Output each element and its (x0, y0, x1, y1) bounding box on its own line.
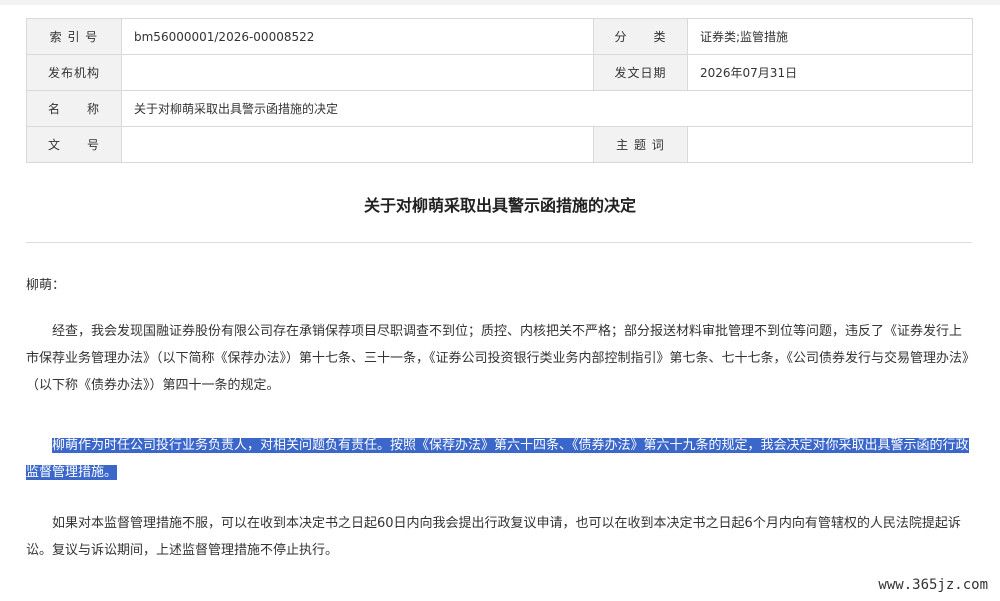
document-title: 关于对柳萌采取出具警示函措施的决定 (363, 196, 636, 215)
index-label: 索 引 号 (26, 18, 122, 55)
category-label: 分 类 (593, 18, 688, 55)
keywords-value (687, 126, 973, 163)
name-value: 关于对柳萌采取出具警示函措施的决定 (121, 90, 973, 127)
publisher-value (121, 54, 594, 91)
selected-text-highlight[interactable]: 柳萌作为时任公司投行业务负责人，对相关问题负有责任。按照《保荐办法》第六十四条、… (26, 438, 969, 480)
title-divider (26, 242, 972, 243)
category-value: 证券类;监管措施 (687, 18, 973, 55)
top-strip (0, 0, 1000, 5)
keywords-label: 主 题 词 (593, 126, 688, 163)
paragraph-findings: 经查，我会发现国融证券股份有限公司存在承销保荐项目尽职调查不到位；质控、内核把关… (26, 324, 969, 393)
publisher-label: 发布机构 (26, 54, 122, 91)
index-value: bm56000001/2026-00008522 (121, 18, 594, 55)
paragraph-decision: 柳萌作为时任公司投行业务负责人，对相关问题负有责任。按照《保荐办法》第六十四条、… (26, 432, 972, 486)
paragraph-appeal: 如果对本监督管理措施不服，可以在收到本决定书之日起60日内向我会提出行政复议申请… (26, 516, 961, 558)
salutation: 柳萌： (26, 278, 66, 293)
issue-date-label: 发文日期 (593, 54, 688, 91)
name-label: 名 称 (26, 90, 122, 127)
doc-number-value (121, 126, 594, 163)
meta-row-publisher: 发布机构 发文日期 2026年07月31日 (26, 54, 973, 91)
metadata-table: 索 引 号 bm56000001/2026-00008522 分 类 证券类;监… (26, 18, 973, 163)
watermark: www.365jz.com (872, 575, 994, 595)
doc-number-label: 文 号 (26, 126, 122, 163)
issue-date-value: 2026年07月31日 (687, 54, 973, 91)
meta-row-doc-number: 文 号 主 题 词 (26, 126, 973, 163)
meta-row-index: 索 引 号 bm56000001/2026-00008522 分 类 证券类;监… (26, 18, 973, 55)
meta-row-name: 名 称 关于对柳萌采取出具警示函措施的决定 (26, 90, 973, 127)
